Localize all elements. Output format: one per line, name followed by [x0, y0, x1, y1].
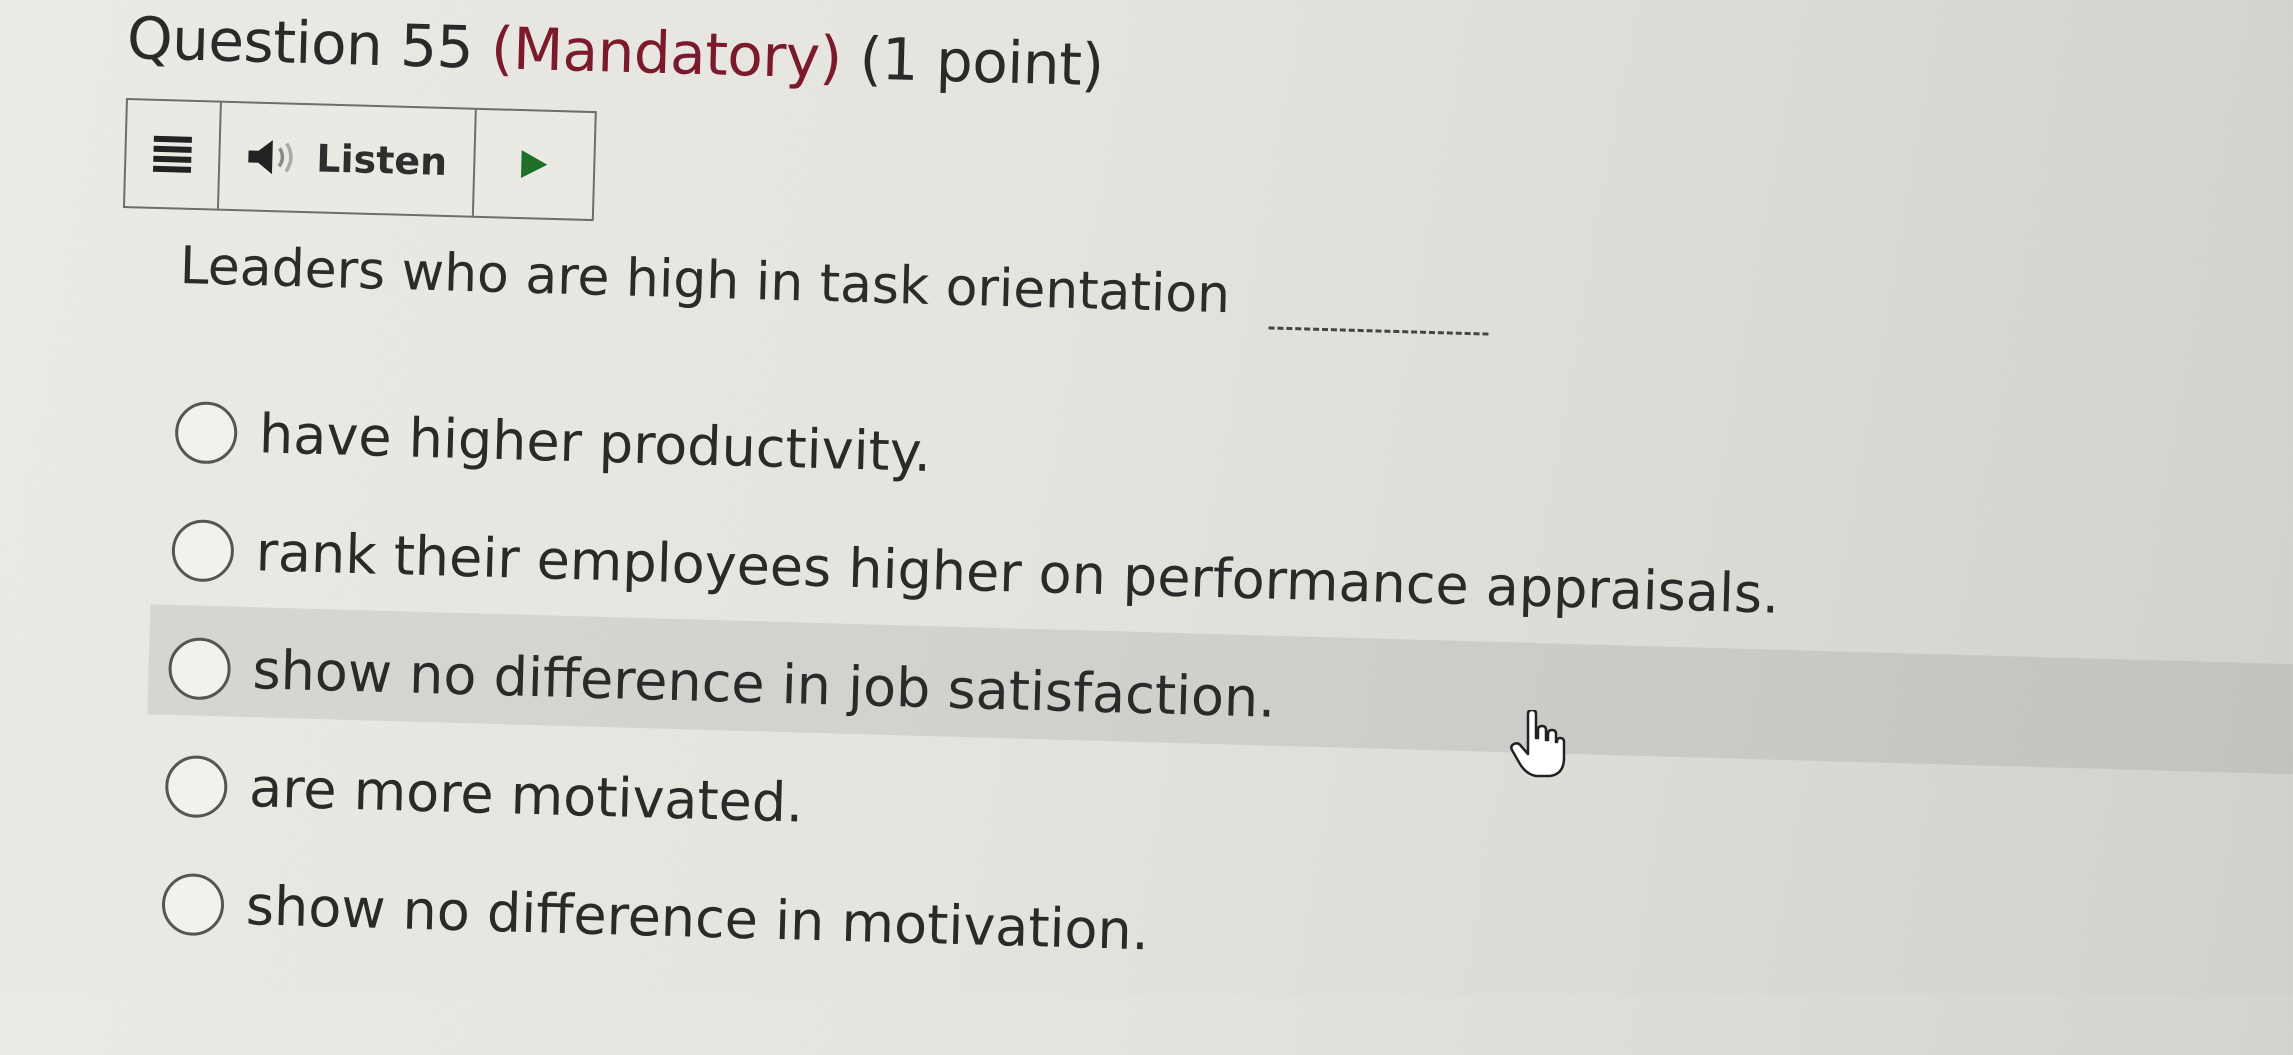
radio-button[interactable]: [164, 754, 229, 819]
option-1[interactable]: have higher productivity.: [174, 400, 932, 484]
option-label: show no difference in motivation.: [245, 874, 1150, 963]
hand-pointer-icon: [1510, 708, 1566, 784]
answer-blank: [1268, 326, 1489, 336]
radio-button[interactable]: [167, 636, 232, 701]
option-4[interactable]: are more motivated.: [164, 754, 804, 835]
radio-button[interactable]: [171, 518, 235, 583]
option-label: have higher productivity.: [258, 402, 933, 485]
option-label: are more motivated.: [248, 756, 805, 835]
option-2[interactable]: rank their employees higher on performan…: [171, 518, 1780, 626]
question-body: Leaders who are high in task orientation…: [0, 0, 2293, 1053]
option-5[interactable]: show no difference in motivation.: [161, 872, 1150, 963]
radio-button[interactable]: [161, 872, 225, 936]
question-text: Leaders who are high in task orientation: [178, 236, 1231, 326]
option-label: rank their employees higher on performan…: [255, 520, 1781, 626]
radio-button[interactable]: [174, 400, 239, 465]
